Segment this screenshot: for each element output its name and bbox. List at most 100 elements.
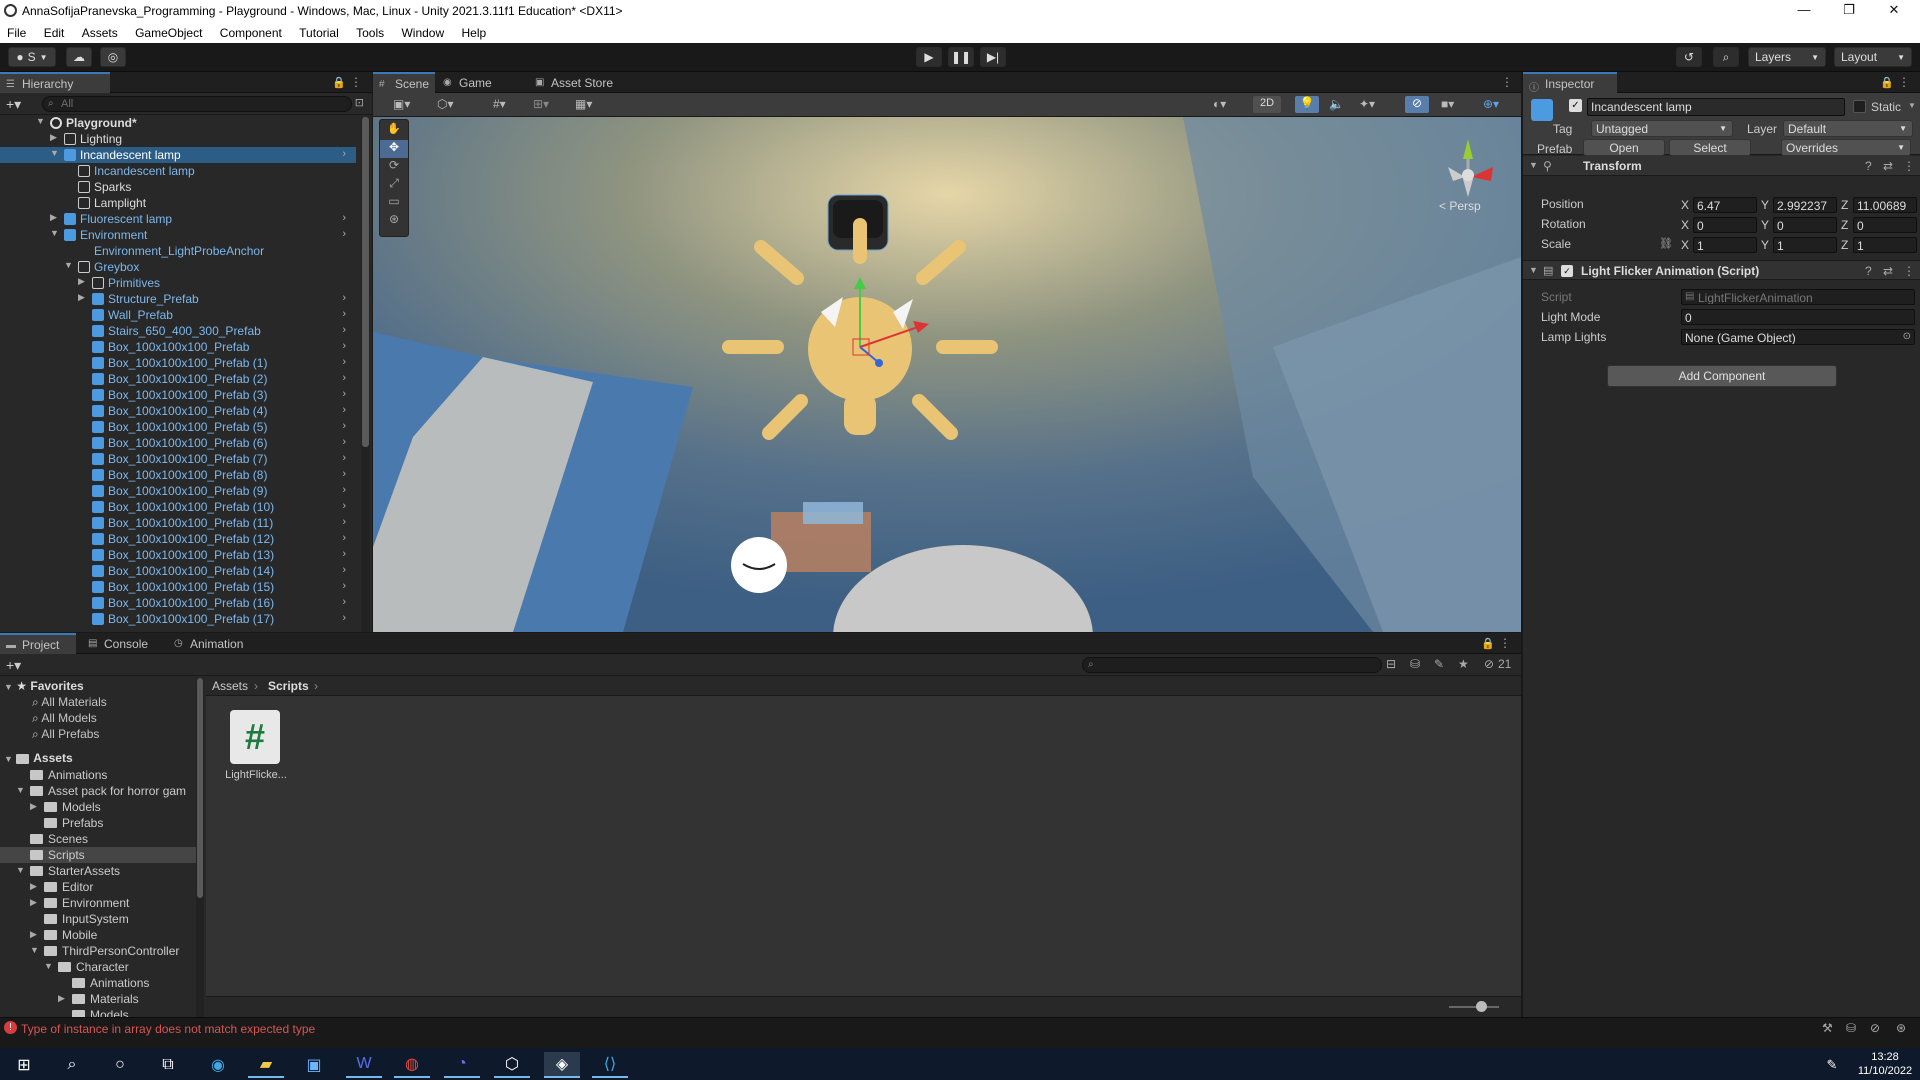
- app-w-icon[interactable]: W: [346, 1052, 382, 1078]
- hierarchy-row[interactable]: Wall_Prefab ›: [0, 307, 356, 323]
- menu-tools[interactable]: Tools: [349, 23, 391, 40]
- scrollbar-thumb[interactable]: [197, 678, 203, 898]
- tag-dropdown[interactable]: Untagged ▼: [1591, 120, 1733, 137]
- zoom-slider-track[interactable]: [1449, 1006, 1499, 1008]
- hierarchy-row[interactable]: Box_100x100x100_Prefab (8) ›: [0, 467, 356, 483]
- active-checkbox[interactable]: ✓: [1569, 99, 1582, 112]
- open-prefab-arrow-icon[interactable]: ›: [342, 500, 346, 512]
- cache-server-icon[interactable]: ⛁: [1846, 1021, 1856, 1035]
- hierarchy-row[interactable]: ▼ Greybox: [0, 259, 356, 275]
- constrain-proportions-icon[interactable]: ⛓: [1659, 237, 1673, 250]
- object-picker-icon[interactable]: ⊙: [1903, 331, 1911, 342]
- hierarchy-row[interactable]: Environment_LightProbeAnchor: [0, 243, 356, 259]
- kebab-menu-icon[interactable]: ⋮: [1501, 75, 1513, 89]
- maximize-button[interactable]: ❐: [1834, 2, 1864, 20]
- layer-dropdown[interactable]: Default ▼: [1783, 120, 1913, 137]
- open-prefab-arrow-icon[interactable]: ›: [342, 580, 346, 592]
- open-prefab-arrow-icon[interactable]: ›: [342, 484, 346, 496]
- menu-tutorial[interactable]: Tutorial: [292, 23, 346, 40]
- hierarchy-row[interactable]: Box_100x100x100_Prefab (13) ›: [0, 547, 356, 563]
- add-plus-icon[interactable]: +▾: [6, 96, 21, 113]
- expanded-triangle-icon[interactable]: ▼: [64, 260, 73, 270]
- expanded-triangle-icon[interactable]: ▼: [16, 865, 25, 875]
- file-explorer-icon[interactable]: ▰: [248, 1052, 284, 1078]
- preset-icon[interactable]: ⇄: [1883, 264, 1893, 278]
- lock-icon[interactable]: 🔒: [1880, 76, 1894, 89]
- menu-assets[interactable]: Assets: [75, 23, 125, 40]
- rotation-x-input[interactable]: 0: [1693, 217, 1757, 233]
- tab-inspector[interactable]: ⓘ Inspector: [1523, 72, 1617, 94]
- lighting-toggle-icon[interactable]: 💡: [1295, 96, 1319, 113]
- move-tool-icon[interactable]: ✥: [380, 140, 408, 158]
- hierarchy-row[interactable]: Box_100x100x100_Prefab (11) ›: [0, 515, 356, 531]
- static-checkbox[interactable]: [1853, 100, 1866, 113]
- tab-scene[interactable]: # Scene: [373, 72, 435, 93]
- rotation-z-input[interactable]: 0: [1853, 217, 1917, 233]
- hierarchy-row[interactable]: Incandescent lamp: [0, 163, 356, 179]
- hierarchy-row[interactable]: Box_100x100x100_Prefab (5) ›: [0, 419, 356, 435]
- hand-tool-icon[interactable]: ✋: [380, 122, 408, 140]
- hidden-packages-icon[interactable]: ⊘: [1484, 657, 1494, 671]
- history-button[interactable]: ↺: [1676, 47, 1702, 67]
- chevron-down-icon[interactable]: ▼: [1908, 101, 1916, 110]
- cloud-button[interactable]: ☁: [66, 47, 92, 67]
- open-prefab-arrow-icon[interactable]: ›: [342, 564, 346, 576]
- audio-toggle-icon[interactable]: 🔈: [1329, 97, 1344, 111]
- project-folder-item[interactable]: Scripts: [0, 847, 196, 863]
- open-prefab-arrow-icon[interactable]: ›: [342, 388, 346, 400]
- tab-animation[interactable]: ◷ Animation: [168, 633, 258, 654]
- layout-dropdown[interactable]: Layout ▼: [1834, 47, 1912, 67]
- open-prefab-arrow-icon[interactable]: ›: [342, 516, 346, 528]
- open-prefab-arrow-icon[interactable]: ›: [342, 340, 346, 352]
- collapsed-triangle-icon[interactable]: ▶: [30, 897, 37, 908]
- pen-icon[interactable]: ✎: [1814, 1052, 1850, 1078]
- project-folder-item[interactable]: InputSystem: [0, 911, 196, 927]
- component-enabled-checkbox[interactable]: ✓: [1561, 265, 1573, 277]
- menu-edit[interactable]: Edit: [37, 23, 72, 40]
- hierarchy-row[interactable]: Lamplight: [0, 195, 356, 211]
- menu-window[interactable]: Window: [394, 23, 451, 40]
- vscode-icon[interactable]: ⟨⟩: [592, 1052, 628, 1078]
- open-prefab-arrow-icon[interactable]: ›: [342, 292, 346, 304]
- hierarchy-row[interactable]: Box_100x100x100_Prefab (6) ›: [0, 435, 356, 451]
- hierarchy-row[interactable]: Box_100x100x100_Prefab (16) ›: [0, 595, 356, 611]
- scene-viewport[interactable]: < Persp ✋ ✥ ⟳ ⤢ ▭ ⊛: [373, 117, 1521, 632]
- hierarchy-row[interactable]: Box_100x100x100_Prefab (2) ›: [0, 371, 356, 387]
- snap-increment-icon[interactable]: ⊞▾: [533, 97, 549, 111]
- project-folder-item[interactable]: ▼ Asset pack for horror gam: [0, 783, 196, 799]
- clock[interactable]: 13:28 11/10/2022: [1854, 1051, 1916, 1077]
- open-prefab-arrow-icon[interactable]: ›: [342, 436, 346, 448]
- open-prefab-arrow-icon[interactable]: ›: [342, 532, 346, 544]
- expanded-triangle-icon[interactable]: ▼: [36, 116, 45, 126]
- search-scope-icon[interactable]: ⊟: [1386, 657, 1396, 671]
- persp-label[interactable]: < Persp: [1439, 199, 1481, 213]
- camera-icon[interactable]: ■▾: [1441, 97, 1454, 111]
- project-folder-item[interactable]: ▶ Materials: [0, 991, 196, 1007]
- filter-type-icon[interactable]: ⛁: [1410, 657, 1420, 671]
- collapsed-triangle-icon[interactable]: ▶: [78, 292, 85, 303]
- expanded-triangle-icon[interactable]: ▼: [50, 148, 59, 158]
- collapse-triangle-icon[interactable]: ▼: [1529, 160, 1538, 170]
- rotate-tool-icon[interactable]: ⟳: [380, 158, 408, 176]
- account-button[interactable]: ● S ▼: [8, 47, 56, 67]
- open-prefab-arrow-icon[interactable]: ›: [342, 228, 346, 240]
- collapsed-triangle-icon[interactable]: ▶: [50, 132, 57, 143]
- kebab-menu-icon[interactable]: ⋮: [350, 75, 362, 89]
- project-folder-item[interactable]: ▶ Environment: [0, 895, 196, 911]
- open-prefab-arrow-icon[interactable]: ›: [342, 596, 346, 608]
- collapsed-triangle-icon[interactable]: ▶: [50, 212, 57, 223]
- windows-start-icon[interactable]: ⊞: [6, 1052, 42, 1078]
- progress-icon[interactable]: ⚒: [1822, 1021, 1833, 1035]
- hierarchy-row[interactable]: Stairs_650_400_300_Prefab ›: [0, 323, 356, 339]
- open-prefab-arrow-icon[interactable]: ›: [342, 548, 346, 560]
- tab-asset-store[interactable]: ▣ Asset Store: [529, 72, 619, 93]
- menu-file[interactable]: File: [0, 23, 33, 40]
- expanded-triangle-icon[interactable]: ▼: [50, 228, 59, 238]
- project-folder-item[interactable]: ▶ Models: [0, 799, 196, 815]
- filter-label-icon[interactable]: ✎: [1434, 657, 1444, 671]
- scale-z-input[interactable]: 1: [1853, 237, 1917, 253]
- scale-y-input[interactable]: 1: [1773, 237, 1837, 253]
- grid-visibility-icon[interactable]: ▦▾: [575, 97, 592, 111]
- shading-icon[interactable]: ◐▾: [1213, 97, 1226, 111]
- collapse-triangle-icon[interactable]: ▼: [1529, 265, 1538, 275]
